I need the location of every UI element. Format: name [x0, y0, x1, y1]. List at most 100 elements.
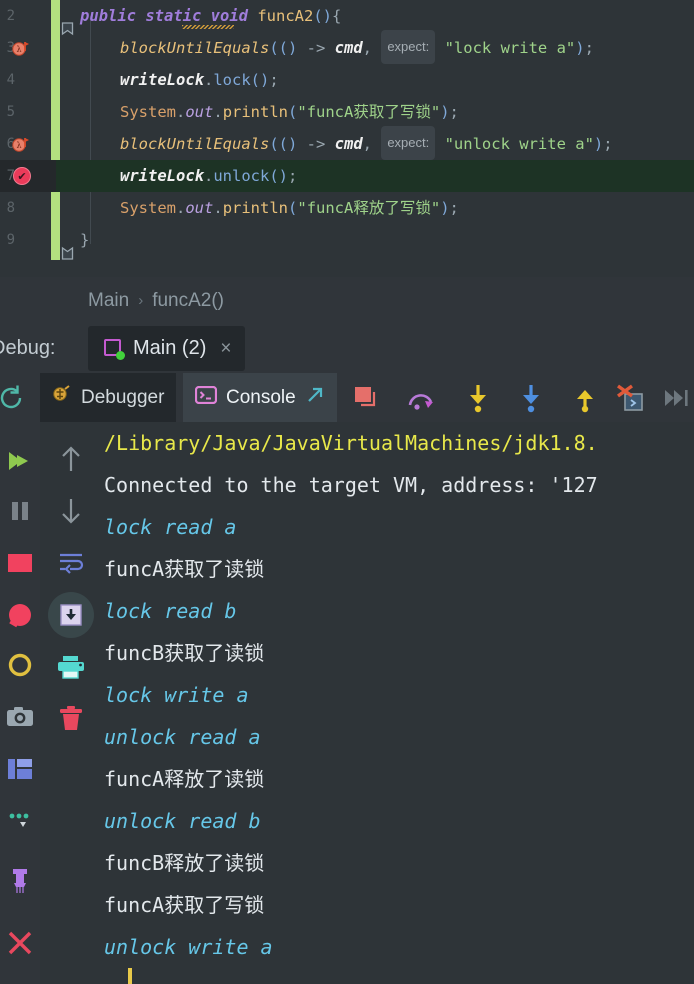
code-text: writeLock.unlock(); [120, 160, 297, 192]
breadcrumb-separator-icon: › [138, 292, 144, 309]
code-token: , [362, 135, 382, 153]
console-line: Connected to the target VM, address: '12… [104, 473, 598, 497]
breadcrumb[interactable]: Main › funcA2() [0, 277, 694, 324]
pause-program-button[interactable] [0, 490, 40, 532]
code-token: ) [440, 199, 450, 217]
more-options-button[interactable] [0, 800, 40, 842]
open-in-new-window-icon[interactable] [305, 385, 325, 410]
code-token: cmd [334, 39, 363, 57]
step-into-button[interactable] [455, 373, 501, 422]
force-step-into-button[interactable] [508, 373, 554, 422]
code-token: . [204, 167, 214, 185]
code-fold-close-icon[interactable] [61, 245, 74, 260]
rerun-icon[interactable] [0, 384, 28, 412]
pause-icon [12, 502, 28, 520]
debug-session-tab[interactable]: Main (2) × [88, 326, 246, 371]
line-number: 5 [6, 104, 15, 120]
code-token: System [120, 103, 176, 121]
resume-icon [9, 452, 28, 470]
svg-text:λ: λ [16, 45, 21, 54]
code-editor[interactable]: 2 public static void funcA2(){3 λ blockUnti… [0, 0, 694, 277]
gutter-cell[interactable]: 2 [0, 0, 56, 32]
tab-debugger[interactable]: Debugger [40, 373, 177, 422]
tab-console[interactable]: Console [183, 373, 337, 422]
code-line[interactable]: 5 System.out.println("funcA获取了写锁"); [0, 96, 694, 128]
debug-session-title: Main (2) [133, 337, 207, 359]
arrow-down-icon [62, 499, 80, 524]
code-line[interactable]: 2 public static void funcA2(){ [0, 0, 694, 32]
parameter-hint[interactable]: expect: [381, 126, 436, 160]
debug-action-rail [0, 422, 40, 984]
code-line[interactable]: 3 λ blockUntilEquals(() -> cmd, expect: "l… [0, 30, 694, 64]
gutter-cell[interactable]: 5 [0, 96, 56, 128]
console-line: lock read a [104, 515, 237, 539]
code-token: println [222, 103, 289, 121]
parameter-hint[interactable]: expect: [381, 30, 436, 64]
code-token: lock [213, 71, 251, 89]
breadcrumb-item-method[interactable]: funcA2() [152, 290, 224, 312]
force-step-into-icon [523, 384, 539, 412]
console-output[interactable]: /Library/Java/JavaVirtualMachines/jdk1.8… [104, 422, 694, 968]
code-line[interactable]: 6 λ blockUntilEquals(() -> cmd, expect: "u… [0, 126, 694, 160]
soft-wrap-icon [60, 553, 84, 574]
console-panel[interactable]: /Library/Java/JavaVirtualMachines/jdk1.8… [0, 422, 694, 984]
soft-wrap-button[interactable] [48, 540, 94, 586]
code-token: . [213, 103, 223, 121]
step-over-button[interactable] [399, 373, 445, 422]
code-token: () [269, 167, 289, 185]
code-line[interactable]: 7 ✔ writeLock.unlock(); [0, 160, 694, 192]
breadcrumb-item-class[interactable]: Main [88, 290, 129, 312]
code-token: void [210, 7, 258, 25]
code-fold-open-icon[interactable] [61, 22, 74, 37]
pin-tab-button[interactable] [0, 860, 40, 902]
console-line: funcA获取了读锁 [104, 557, 265, 581]
gutter-cell[interactable]: 4 [0, 64, 56, 96]
mute-breakpoints-button[interactable] [0, 594, 40, 636]
lambda-breakpoint-icon[interactable]: λ [12, 39, 30, 57]
screenshot-button[interactable] [0, 696, 40, 738]
clear-all-button[interactable] [48, 696, 94, 742]
line-number: 4 [6, 72, 15, 88]
code-token: blockUntilEquals [120, 39, 270, 57]
code-line[interactable]: 4 writeLock.lock(); [0, 64, 694, 96]
code-text: blockUntilEquals(() -> cmd, expect: "unl… [120, 126, 613, 160]
gutter-cell[interactable]: 9 [0, 224, 56, 256]
code-token: { [332, 7, 342, 25]
close-session-icon[interactable]: × [220, 338, 231, 360]
scroll-up-button[interactable] [48, 436, 94, 482]
code-token: blockUntilEquals [120, 135, 270, 153]
console-line: funcA释放了读锁 [104, 767, 265, 791]
layout-settings-button[interactable] [0, 748, 40, 790]
run-to-cursor-button[interactable] [653, 373, 694, 422]
code-token: ; [288, 167, 298, 185]
console-caret [128, 968, 132, 984]
lambda-breakpoint-icon[interactable]: λ [12, 135, 30, 153]
close-panel-button[interactable] [0, 922, 40, 964]
code-token: cmd [334, 135, 363, 153]
console-line: funcA获取了写锁 [104, 893, 265, 917]
show-execution-point-icon [355, 386, 376, 406]
code-token: ; [584, 39, 594, 57]
drop-frame-button[interactable] [607, 373, 653, 422]
scroll-down-button[interactable] [48, 488, 94, 534]
code-token: writeLock [120, 71, 204, 89]
scroll-to-end-button[interactable] [48, 592, 94, 638]
terminal-icon [194, 385, 218, 409]
verified-breakpoint-icon[interactable]: ✔ [13, 167, 31, 185]
scroll-to-end-icon [60, 604, 82, 626]
resume-program-button[interactable] [0, 440, 40, 482]
print-button[interactable] [48, 644, 94, 690]
tab-debugger-label: Debugger [81, 386, 165, 408]
check-icon: ✔ [17, 169, 27, 183]
code-text: } [80, 224, 89, 256]
code-line[interactable]: 9} [0, 224, 694, 256]
gutter-cell[interactable]: 8 [0, 192, 56, 224]
view-breakpoints-button[interactable] [0, 644, 40, 686]
code-token: unlock [213, 167, 270, 185]
code-token: ; [269, 71, 279, 89]
debug-label: Debug: [0, 337, 56, 359]
code-line[interactable]: 8 System.out.println("funcA释放了写锁"); [0, 192, 694, 224]
show-execution-point-button[interactable] [344, 373, 390, 422]
stop-button[interactable] [0, 542, 40, 584]
step-out-button[interactable] [562, 373, 608, 422]
